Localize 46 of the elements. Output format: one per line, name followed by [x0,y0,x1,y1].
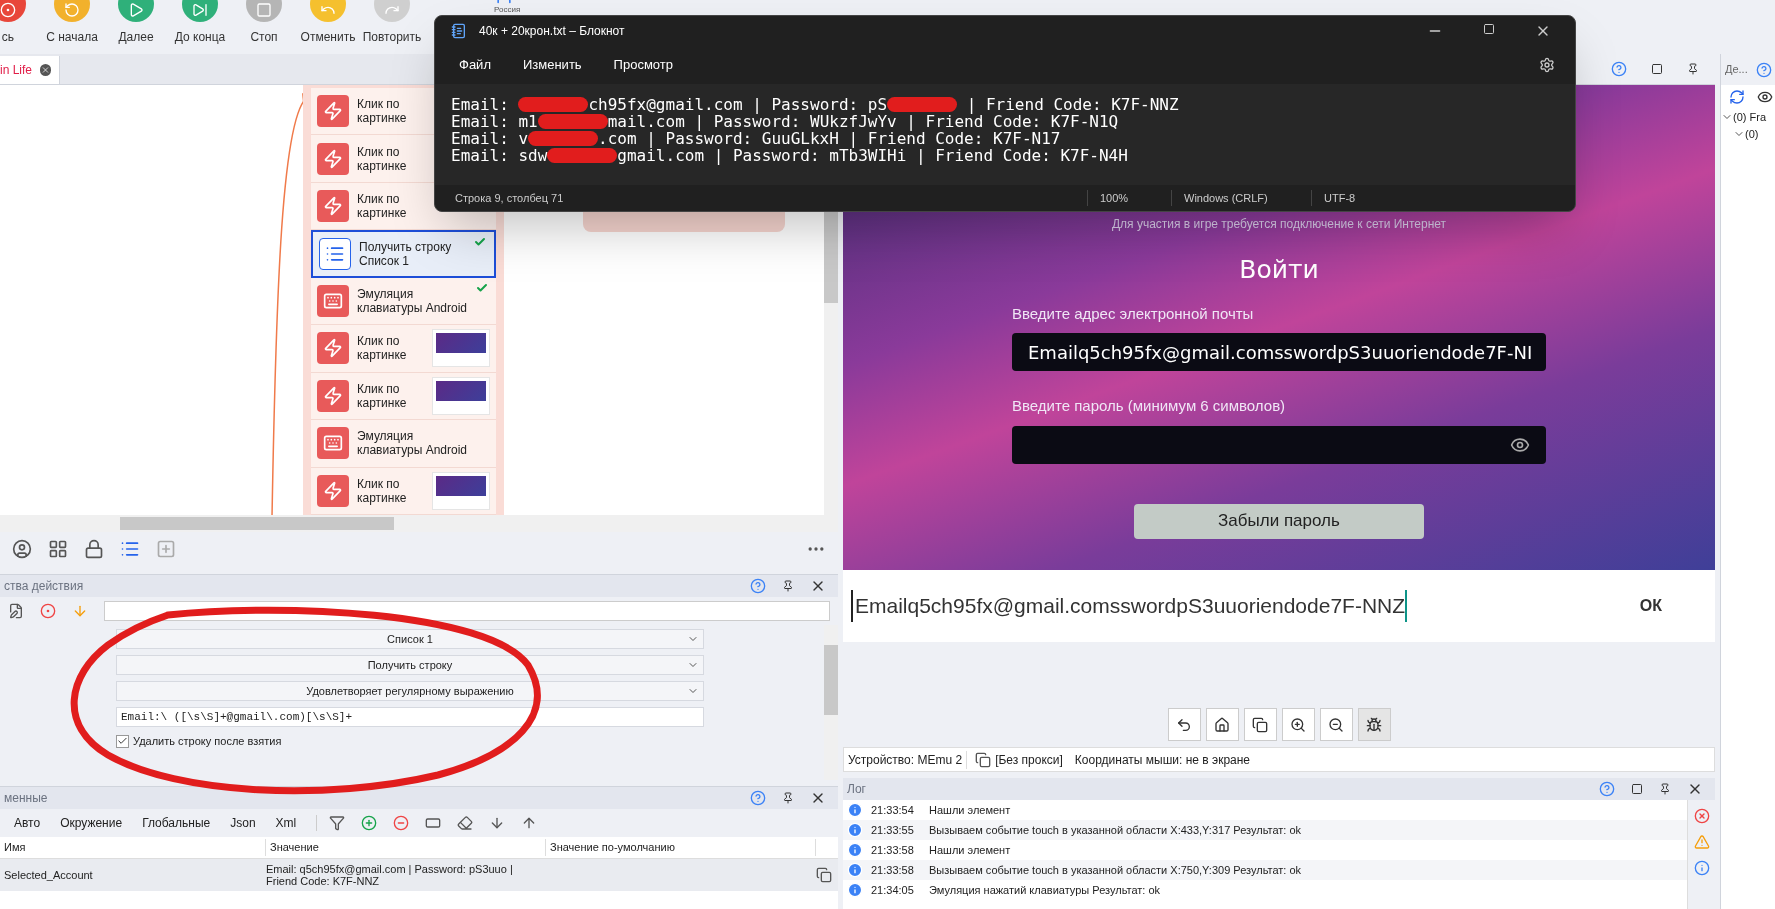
column-header: Значение [266,839,546,856]
panel-title: менные [4,790,48,807]
text-line: ch95fx@gmail.com | Password: pS [588,96,888,113]
log-message: Вызываем событие touch в указанной области X:750,Y:309 Результат: ok [929,862,1302,878]
proxy-status: [Без прокси] [995,751,1063,769]
text-line: | Friend Code: K7F-NNZ [966,96,1179,113]
window-title: 40к + 20крон.txt – Блокнот [479,23,625,40]
status-text: UTF-8 [1311,189,1356,207]
checkbox-label: Удалить строку после взятия [133,734,282,749]
log-time: 21:33:55 [871,822,915,838]
action-title: Клик по картинке [357,97,407,126]
column-header: Значение по-умолчанию [546,839,816,856]
log-time: 21:33:54 [871,802,915,818]
text-line: gmail.com | Password: mTb3WIHi | Friend Code: K7F-N4H [617,147,1128,164]
panel-title: Де... [1725,62,1748,78]
action-title: Эмуляция клавиатуры Android [357,287,468,315]
log-time: 21:33:58 [871,862,915,878]
field-label: Введите пароль (минимум 6 символов) [1012,396,1287,416]
panel-title: Лог [847,781,866,798]
device-status: Устройство: MEmu 2 [844,750,968,769]
region-text: Россия [494,5,521,14]
text-line: mail.com | Password: WUkzfJwYv | Friend Code: K7F-N1Q [607,113,1119,130]
mouse-status: Координаты мыши: не в экране [1074,751,1251,769]
notice-text: Для участия в игре требуется подключение к сети Интернет [1111,216,1447,233]
log-time: 21:33:58 [871,842,915,858]
log-message: Вызываем событие touch в указанной области X:433,Y:317 Результат: ok [929,822,1302,838]
action-title: Клик по картинке [357,144,407,173]
status-text: 100% [1087,189,1171,207]
action-title: Получить строку Список 1 [359,240,452,269]
panel-title: ства действия [4,578,84,595]
action-title: Клик по картинке [357,476,407,505]
status-text: Windows (CRLF) [1171,189,1311,207]
log-time: 21:34:05 [871,882,915,898]
login-heading: Войти [1239,254,1319,286]
log-message: Нашли элемент [929,842,1011,858]
field-label: Введите адрес электронной почты [1012,303,1255,324]
text-line: .com | Password: GuuGLkxH | Friend Code: K7F-N17 [598,130,1061,147]
column-header: Имя [0,839,266,856]
log-message: Эмуляция нажатий клавиатуры Результат: ok [929,882,1161,898]
action-title: Клик по картинке [357,381,407,410]
action-title: Клик по картинке [357,334,407,363]
action-title: Эмуляция клавиатуры Android [357,429,468,458]
table-cell-text: Selected_Account [3,867,94,883]
table-cell-text: Email: q5ch95fx@gmail.com | Password: pS3uuo | Friend Code: K7F-NNZ [266,863,514,887]
log-message: Нашли элемент [929,802,1011,818]
action-title: Клик по картинке [357,192,407,221]
